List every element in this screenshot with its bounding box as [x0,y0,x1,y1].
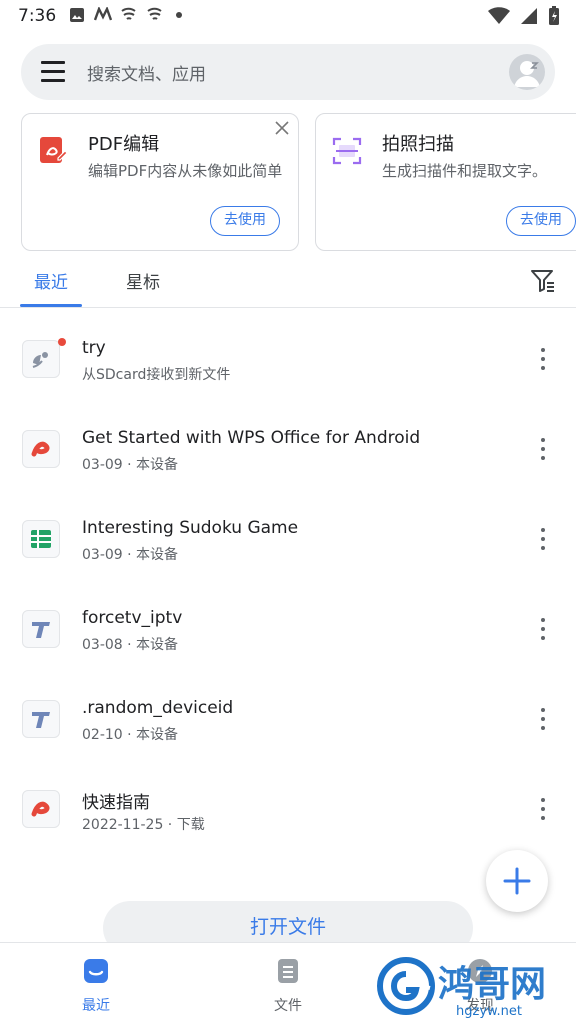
scan-icon [332,136,362,166]
image-icon [68,7,86,23]
search-bar[interactable]: 搜索文档、应用 [21,44,555,100]
text-file-icon [22,610,60,648]
file-meta: 03-09 · 本设备 [82,547,179,563]
card-description: 生成扫描件和提取文字。 [382,162,548,180]
recent-icon [84,959,108,983]
menu-icon[interactable] [41,61,65,83]
list-item[interactable]: try 从SDcard接收到新文件 [0,308,576,398]
file-name: Get Started with WPS Office for Android [82,428,421,448]
scan-card[interactable]: 拍照扫描 生成扫描件和提取文字。 去使用 [315,113,576,251]
files-icon [278,959,298,983]
filter-icon[interactable] [530,268,556,294]
file-meta: 02-10 · 本设备 [82,727,179,743]
more-options-icon[interactable] [534,348,552,370]
tab-recent[interactable]: 最近 [34,268,68,293]
hand-icon [120,7,138,23]
spreadsheet-file-icon [22,520,60,558]
search-input[interactable]: 搜索文档、应用 [87,60,206,85]
more-options-icon[interactable] [534,528,552,550]
tab-bar: 最近 星标 [0,256,576,308]
card-title: PDF编辑 [88,134,160,155]
notification-icons [68,5,182,23]
plus-icon [503,867,531,895]
tab-indicator [20,304,82,307]
tab-starred[interactable]: 星标 [126,268,160,293]
watermark-logo: 鸿哥网 hgzyw.net [374,956,574,1019]
pdf-edit-card[interactable]: PDF编辑 编辑PDF内容从未像如此简单 去使用 [21,113,299,251]
file-meta: 2022-11-25 · 下载 [82,817,205,833]
list-item[interactable]: Interesting Sudoku Game 03-09 · 本设备 [0,488,576,578]
nav-label: 最近 [82,998,110,1014]
more-options-icon[interactable] [534,798,552,820]
more-notifications-dot [176,12,182,18]
battery-icon [549,6,559,25]
svg-text:hgzyw.net: hgzyw.net [456,1004,522,1018]
file-meta: 从SDcard接收到新文件 [82,367,231,383]
pdf-file-icon [22,790,60,828]
file-name: 快速指南 [82,793,150,813]
satellite-icon [22,340,60,378]
pdf-file-icon [22,430,60,468]
system-icons [488,6,560,26]
close-icon[interactable] [274,120,290,136]
wifi-icon [488,7,510,24]
more-options-icon[interactable] [534,708,552,730]
more-options-icon[interactable] [534,618,552,640]
list-item[interactable]: forcetv_iptv 03-08 · 本设备 [0,578,576,668]
card-description: 编辑PDF内容从未像如此简单 [88,162,283,180]
add-button[interactable] [486,850,548,912]
file-name: Interesting Sudoku Game [82,518,299,538]
file-meta: 03-09 · 本设备 [82,457,179,473]
pdf-edit-icon [38,136,68,166]
feature-cards: PDF编辑 编辑PDF内容从未像如此简单 去使用 拍照扫描 生成扫描件和提取文字… [21,113,576,251]
nav-item-recent[interactable]: 最近 [56,957,136,1015]
file-name: .random_deviceid [82,698,234,718]
nav-label: 文件 [274,998,302,1014]
list-item[interactable]: .random_deviceid 02-10 · 本设备 [0,668,576,758]
text-file-icon [22,700,60,738]
file-meta: 03-08 · 本设备 [82,637,179,653]
file-name: try [82,338,106,358]
signal-icon [521,8,537,24]
status-bar: 7:36 [0,0,576,32]
use-button[interactable]: 去使用 [210,206,280,236]
unread-badge [58,338,66,346]
hand-icon-2 [146,7,164,23]
list-item[interactable]: 快速指南 2022-11-25 · 下载 [0,758,576,848]
nav-item-files[interactable]: 文件 [248,957,328,1015]
svg-text:鸿哥网: 鸿哥网 [438,964,546,1005]
file-list: try 从SDcard接收到新文件 Get Started with WPS O… [0,308,576,848]
more-options-icon[interactable] [534,438,552,460]
m-app-icon [93,5,113,23]
status-time: 7:36 [18,6,57,26]
file-name: forcetv_iptv [82,608,183,628]
use-button[interactable]: 去使用 [506,206,576,236]
list-item[interactable]: Get Started with WPS Office for Android … [0,398,576,488]
card-title: 拍照扫描 [382,134,454,155]
avatar[interactable] [509,54,545,90]
